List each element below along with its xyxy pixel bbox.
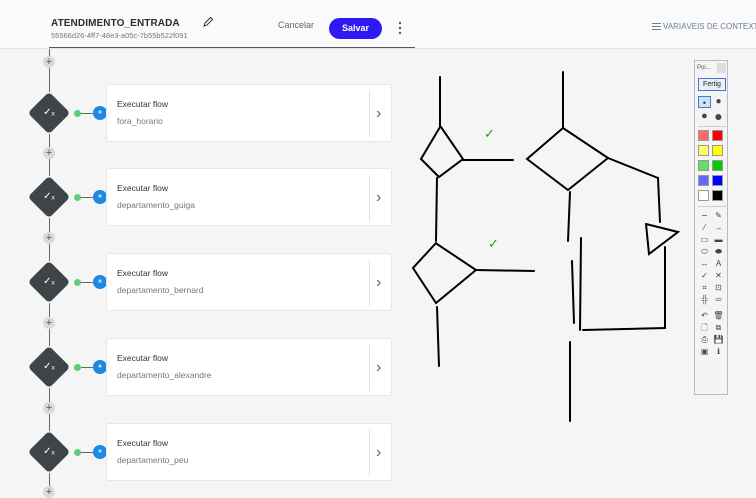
divider xyxy=(698,126,726,127)
color-swatch[interactable] xyxy=(712,160,723,171)
sketch-stroke xyxy=(571,260,575,324)
plus-stamp-icon[interactable]: ╬ xyxy=(698,294,711,306)
color-swatch[interactable] xyxy=(698,130,709,141)
sketch-stroke xyxy=(411,242,478,305)
trash-icon[interactable]: 🗑 xyxy=(712,310,725,322)
sketch-stroke xyxy=(579,237,582,331)
color-swatch[interactable] xyxy=(712,130,723,141)
brush-size-small[interactable]: • xyxy=(698,96,711,108)
crop-icon[interactable]: ⌗ xyxy=(698,282,711,294)
sketch-stroke xyxy=(436,306,440,367)
screen-icon[interactable]: ▣ xyxy=(698,346,711,358)
print-icon[interactable]: ⎙ xyxy=(698,334,711,346)
new-page-icon[interactable]: 🗋 xyxy=(698,322,711,334)
line-icon[interactable]: ⁄ xyxy=(698,222,711,234)
undo-icon[interactable]: ↶ xyxy=(698,310,711,322)
brush-size-medium[interactable]: ● xyxy=(712,96,725,108)
checkmark-annotation: ✓ xyxy=(484,127,495,142)
ellipse-outline-icon[interactable]: ⬭ xyxy=(698,246,711,258)
zoom-area-icon[interactable]: ⊡ xyxy=(712,282,725,294)
brush-size-xlarge[interactable]: ● xyxy=(712,109,725,123)
freehand-icon[interactable]: ∼ xyxy=(698,210,711,222)
rectangle-filled-icon[interactable]: ▬ xyxy=(712,234,725,246)
sketch-stroke xyxy=(607,157,659,179)
paint-toolbar-header: Poi... xyxy=(697,65,711,71)
paint-toolbar: Poi... Fertig • ● ● ● ∼ ✎ ⁄ → ▭ ▬ ⬭ ⬬ ↔ A ✓ ✕ ⌗ ⊡ ╬ ═ ↶ 🗑 🗋 ⧉ ⎙ 💾… xyxy=(694,60,728,395)
color-swatch[interactable] xyxy=(712,190,723,201)
brush-size-large[interactable]: ● xyxy=(698,110,711,122)
arrow-icon[interactable]: → xyxy=(712,222,725,234)
sketch-stroke xyxy=(525,127,610,192)
pencil-icon[interactable]: ✎ xyxy=(712,210,725,222)
color-swatch[interactable] xyxy=(698,145,709,156)
text-icon[interactable]: A xyxy=(712,258,725,270)
paint-done-button[interactable]: Fertig xyxy=(698,78,726,91)
checkmark-annotation: ✓ xyxy=(488,237,499,252)
ellipse-filled-icon[interactable]: ⬬ xyxy=(712,246,725,258)
double-arrow-icon[interactable]: ↔ xyxy=(698,258,711,270)
copy-icon[interactable]: ⧉ xyxy=(712,322,725,334)
drawing-overlay: ✓ ✓ xyxy=(411,71,681,422)
color-swatch[interactable] xyxy=(712,175,723,186)
checkmark-stamp-icon[interactable]: ✓ xyxy=(698,270,711,282)
sketch-stroke xyxy=(435,177,438,242)
sketch-stroke xyxy=(475,269,535,272)
info-icon[interactable]: ℹ xyxy=(712,346,725,358)
sketch-stroke xyxy=(645,223,681,256)
color-swatch[interactable] xyxy=(698,190,709,201)
sketch-stroke xyxy=(582,246,666,331)
sketch-stroke xyxy=(657,177,661,223)
cross-stamp-icon[interactable]: ✕ xyxy=(712,270,725,282)
rectangle-outline-icon[interactable]: ▭ xyxy=(698,234,711,246)
sketch-stroke xyxy=(567,191,571,242)
divider xyxy=(698,206,726,207)
color-swatch[interactable] xyxy=(698,175,709,186)
paint-toolbar-close-button[interactable] xyxy=(717,63,726,73)
color-swatch[interactable] xyxy=(698,160,709,171)
minus-stamp-icon[interactable]: ═ xyxy=(712,294,725,306)
sketch-stroke xyxy=(419,126,465,179)
color-swatch[interactable] xyxy=(712,145,723,156)
save-icon[interactable]: 💾 xyxy=(712,334,725,346)
